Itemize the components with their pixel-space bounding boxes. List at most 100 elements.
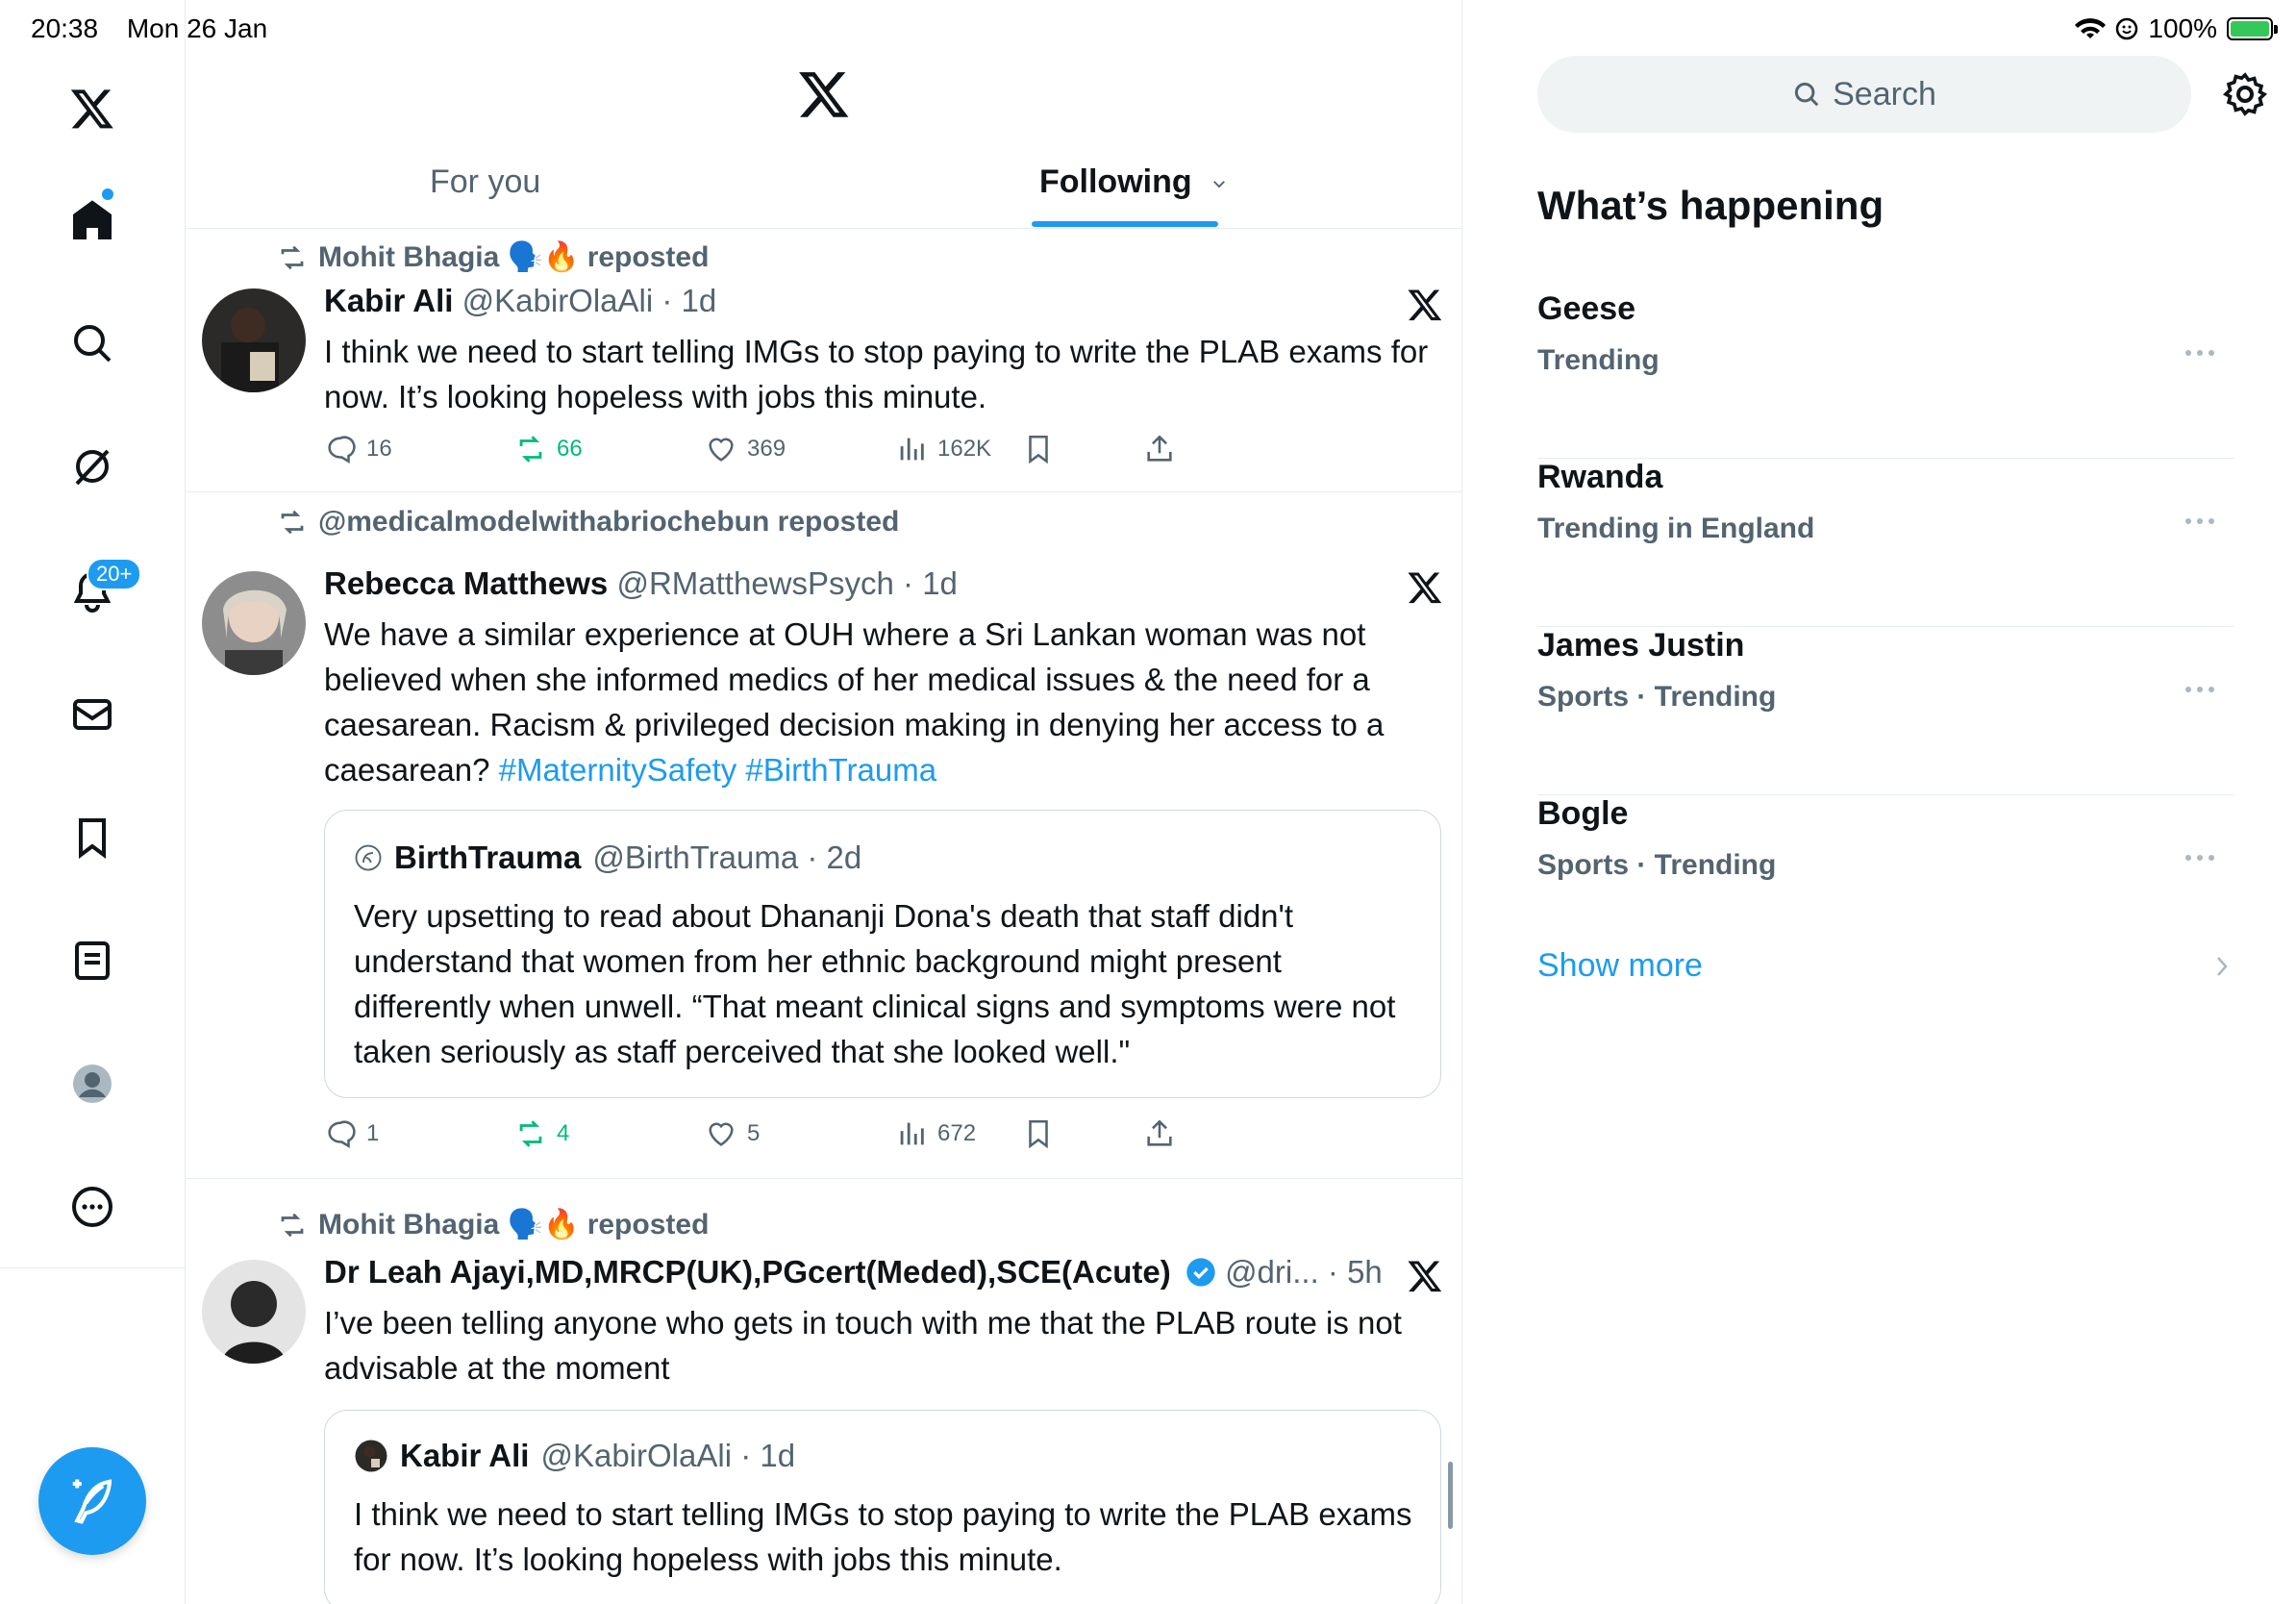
tab-following[interactable]: Following <box>1039 163 1228 201</box>
avatar[interactable] <box>202 1260 306 1364</box>
post[interactable]: @medicalmodelwithabriochebun reposted Re… <box>186 492 1461 1179</box>
quote-author-handle-time: @KabirOlaAli · 1d <box>540 1438 796 1473</box>
repost-icon <box>281 1213 304 1237</box>
gear-icon[interactable] <box>2222 71 2268 117</box>
trend-meta: Sports · Trending <box>1537 849 1777 881</box>
author-handle-time[interactable]: @dri... · 5h <box>1225 1254 1383 1290</box>
messages-icon[interactable] <box>61 683 124 746</box>
repost-button[interactable]: 4 <box>514 1117 569 1150</box>
trend-item[interactable]: Geese Trending <box>1537 290 2234 459</box>
more-dots-icon[interactable] <box>2184 685 2216 694</box>
repost-context: @medicalmodelwithabriochebun reposted <box>278 506 899 539</box>
verified-badge-icon <box>1186 1258 1215 1287</box>
repost-count: 4 <box>557 1120 570 1146</box>
more-dots-icon[interactable] <box>2184 348 2216 358</box>
post-header: Dr Leah Ajayi,MD,MRCP(UK),PGcert(Meded),… <box>324 1254 1383 1291</box>
views-icon <box>900 438 924 461</box>
repost-icon <box>281 510 304 535</box>
quote-header: BirthTrauma @BirthTrauma · 2d <box>354 840 861 876</box>
author-handle-time[interactable]: @RMatthewsPsych · 1d <box>616 565 957 601</box>
bookmark-button[interactable] <box>1022 433 1055 465</box>
trend-item[interactable]: Rwanda Trending in England <box>1537 459 2234 627</box>
like-button[interactable]: 369 <box>705 433 786 465</box>
post[interactable]: Mohit Bhagia 🗣️🔥 reposted Kabir Ali @Kab… <box>186 229 1461 492</box>
repost-count: 66 <box>557 436 583 462</box>
x-logo-icon[interactable] <box>61 77 124 140</box>
x-logo-icon <box>1408 572 1442 604</box>
trend-item[interactable]: James Justin Sports · Trending <box>1537 627 2234 795</box>
lists-icon[interactable] <box>61 929 124 992</box>
share-icon <box>1147 435 1172 462</box>
search-input[interactable]: Search <box>1537 56 2191 133</box>
search-icon <box>1795 82 1819 107</box>
more-dots-icon[interactable] <box>2184 853 2216 863</box>
nav-divider <box>0 1267 186 1268</box>
quote-avatar[interactable] <box>354 843 383 872</box>
post-header: Rebecca Matthews @RMatthewsPsych · 1d <box>324 565 958 602</box>
quote-author-handle-time: @BirthTrauma · 2d <box>592 840 862 875</box>
trend-item[interactable]: Bogle Sports · Trending <box>1537 795 2234 911</box>
quote-author-name: Kabir Ali <box>400 1438 530 1473</box>
compose-button[interactable] <box>38 1447 146 1555</box>
author-name[interactable]: Rebecca Matthews <box>324 565 608 601</box>
views-button[interactable]: 672 <box>895 1117 976 1150</box>
reply-button[interactable]: 1 <box>324 1117 379 1150</box>
views-count: 672 <box>937 1120 977 1146</box>
search-placeholder: Search <box>1833 75 1936 113</box>
repost-context-text: @medicalmodelwithabriochebun reposted <box>318 506 900 538</box>
repost-button[interactable]: 66 <box>514 433 583 465</box>
hashtag-link[interactable]: #MaternitySafety #BirthTrauma <box>499 752 936 788</box>
right-sidebar: Search What’s happening Geese Trending R… <box>1462 0 2296 1604</box>
more-dots-icon[interactable] <box>2184 516 2216 526</box>
more-icon[interactable] <box>61 1175 124 1239</box>
quote-header: Kabir Ali @KabirOlaAli · 1d <box>354 1438 795 1474</box>
bookmark-button[interactable] <box>1022 1117 1055 1150</box>
left-navigation: 20+ <box>0 0 186 1604</box>
avatar[interactable] <box>202 288 306 392</box>
share-button[interactable] <box>1143 433 1176 465</box>
chevron-right-icon[interactable] <box>2212 954 2232 979</box>
post-text: We have a similar experience at OUH wher… <box>324 612 1449 792</box>
x-logo-icon[interactable] <box>797 67 851 121</box>
reply-icon <box>328 1120 356 1149</box>
quoted-post[interactable]: BirthTrauma @BirthTrauma · 2d Very upset… <box>324 810 1441 1098</box>
reply-count: 1 <box>366 1120 380 1146</box>
author-name[interactable]: Dr Leah Ajayi,MD,MRCP(UK),PGcert(Meded),… <box>324 1254 1171 1290</box>
whats-happening-title: What’s happening <box>1537 183 1884 228</box>
views-count: 162K <box>937 436 992 462</box>
post-header: Kabir Ali @KabirOlaAli · 1d <box>324 283 716 319</box>
quote-avatar[interactable] <box>354 1439 388 1473</box>
tab-for-you[interactable]: For you <box>430 163 540 201</box>
tab-following-label: Following <box>1039 163 1192 200</box>
timeline-tabs: For you Following <box>186 144 1461 229</box>
reply-button[interactable]: 16 <box>324 433 392 465</box>
post-actions: 16 66 369 162K <box>324 433 1285 471</box>
quote-text: Very upsetting to read about Dhananji Do… <box>354 898 1396 1069</box>
post-text: I’ve been telling anyone who gets in tou… <box>324 1305 1402 1386</box>
quoted-post[interactable]: Kabir Ali @KabirOlaAli · 1d I think we n… <box>324 1410 1441 1604</box>
search-icon[interactable] <box>61 312 124 375</box>
repost-icon <box>281 245 304 269</box>
home-icon[interactable] <box>61 188 124 252</box>
author-handle-time[interactable]: @KabirOlaAli · 1d <box>462 283 717 318</box>
repost-context-text: Mohit Bhagia 🗣️🔥 reposted <box>318 241 710 273</box>
profile-icon[interactable] <box>61 1052 124 1115</box>
notifications-badge: 20+ <box>87 558 142 590</box>
repost-context: Mohit Bhagia 🗣️🔥 reposted <box>278 1208 709 1241</box>
views-button[interactable]: 162K <box>895 433 991 465</box>
trend-meta: Sports · Trending <box>1537 681 1777 713</box>
avatar[interactable] <box>202 571 306 675</box>
chevron-down-icon[interactable] <box>1210 175 1228 192</box>
post[interactable]: Mohit Bhagia 🗣️🔥 reposted Dr Leah Ajayi,… <box>186 1179 1461 1604</box>
share-button[interactable] <box>1143 1117 1176 1150</box>
author-name[interactable]: Kabir Ali <box>324 283 453 318</box>
grok-icon[interactable] <box>61 435 124 498</box>
trend-meta: Trending <box>1537 344 1660 376</box>
like-button[interactable]: 5 <box>705 1117 760 1150</box>
bookmarks-icon[interactable] <box>61 806 124 869</box>
x-logo-icon <box>1408 289 1442 321</box>
compose-icon <box>72 1479 112 1524</box>
show-more-link[interactable]: Show more <box>1537 947 1703 985</box>
home-unread-dot <box>102 188 113 200</box>
timeline-scrollbar[interactable] <box>1448 1462 1453 1529</box>
